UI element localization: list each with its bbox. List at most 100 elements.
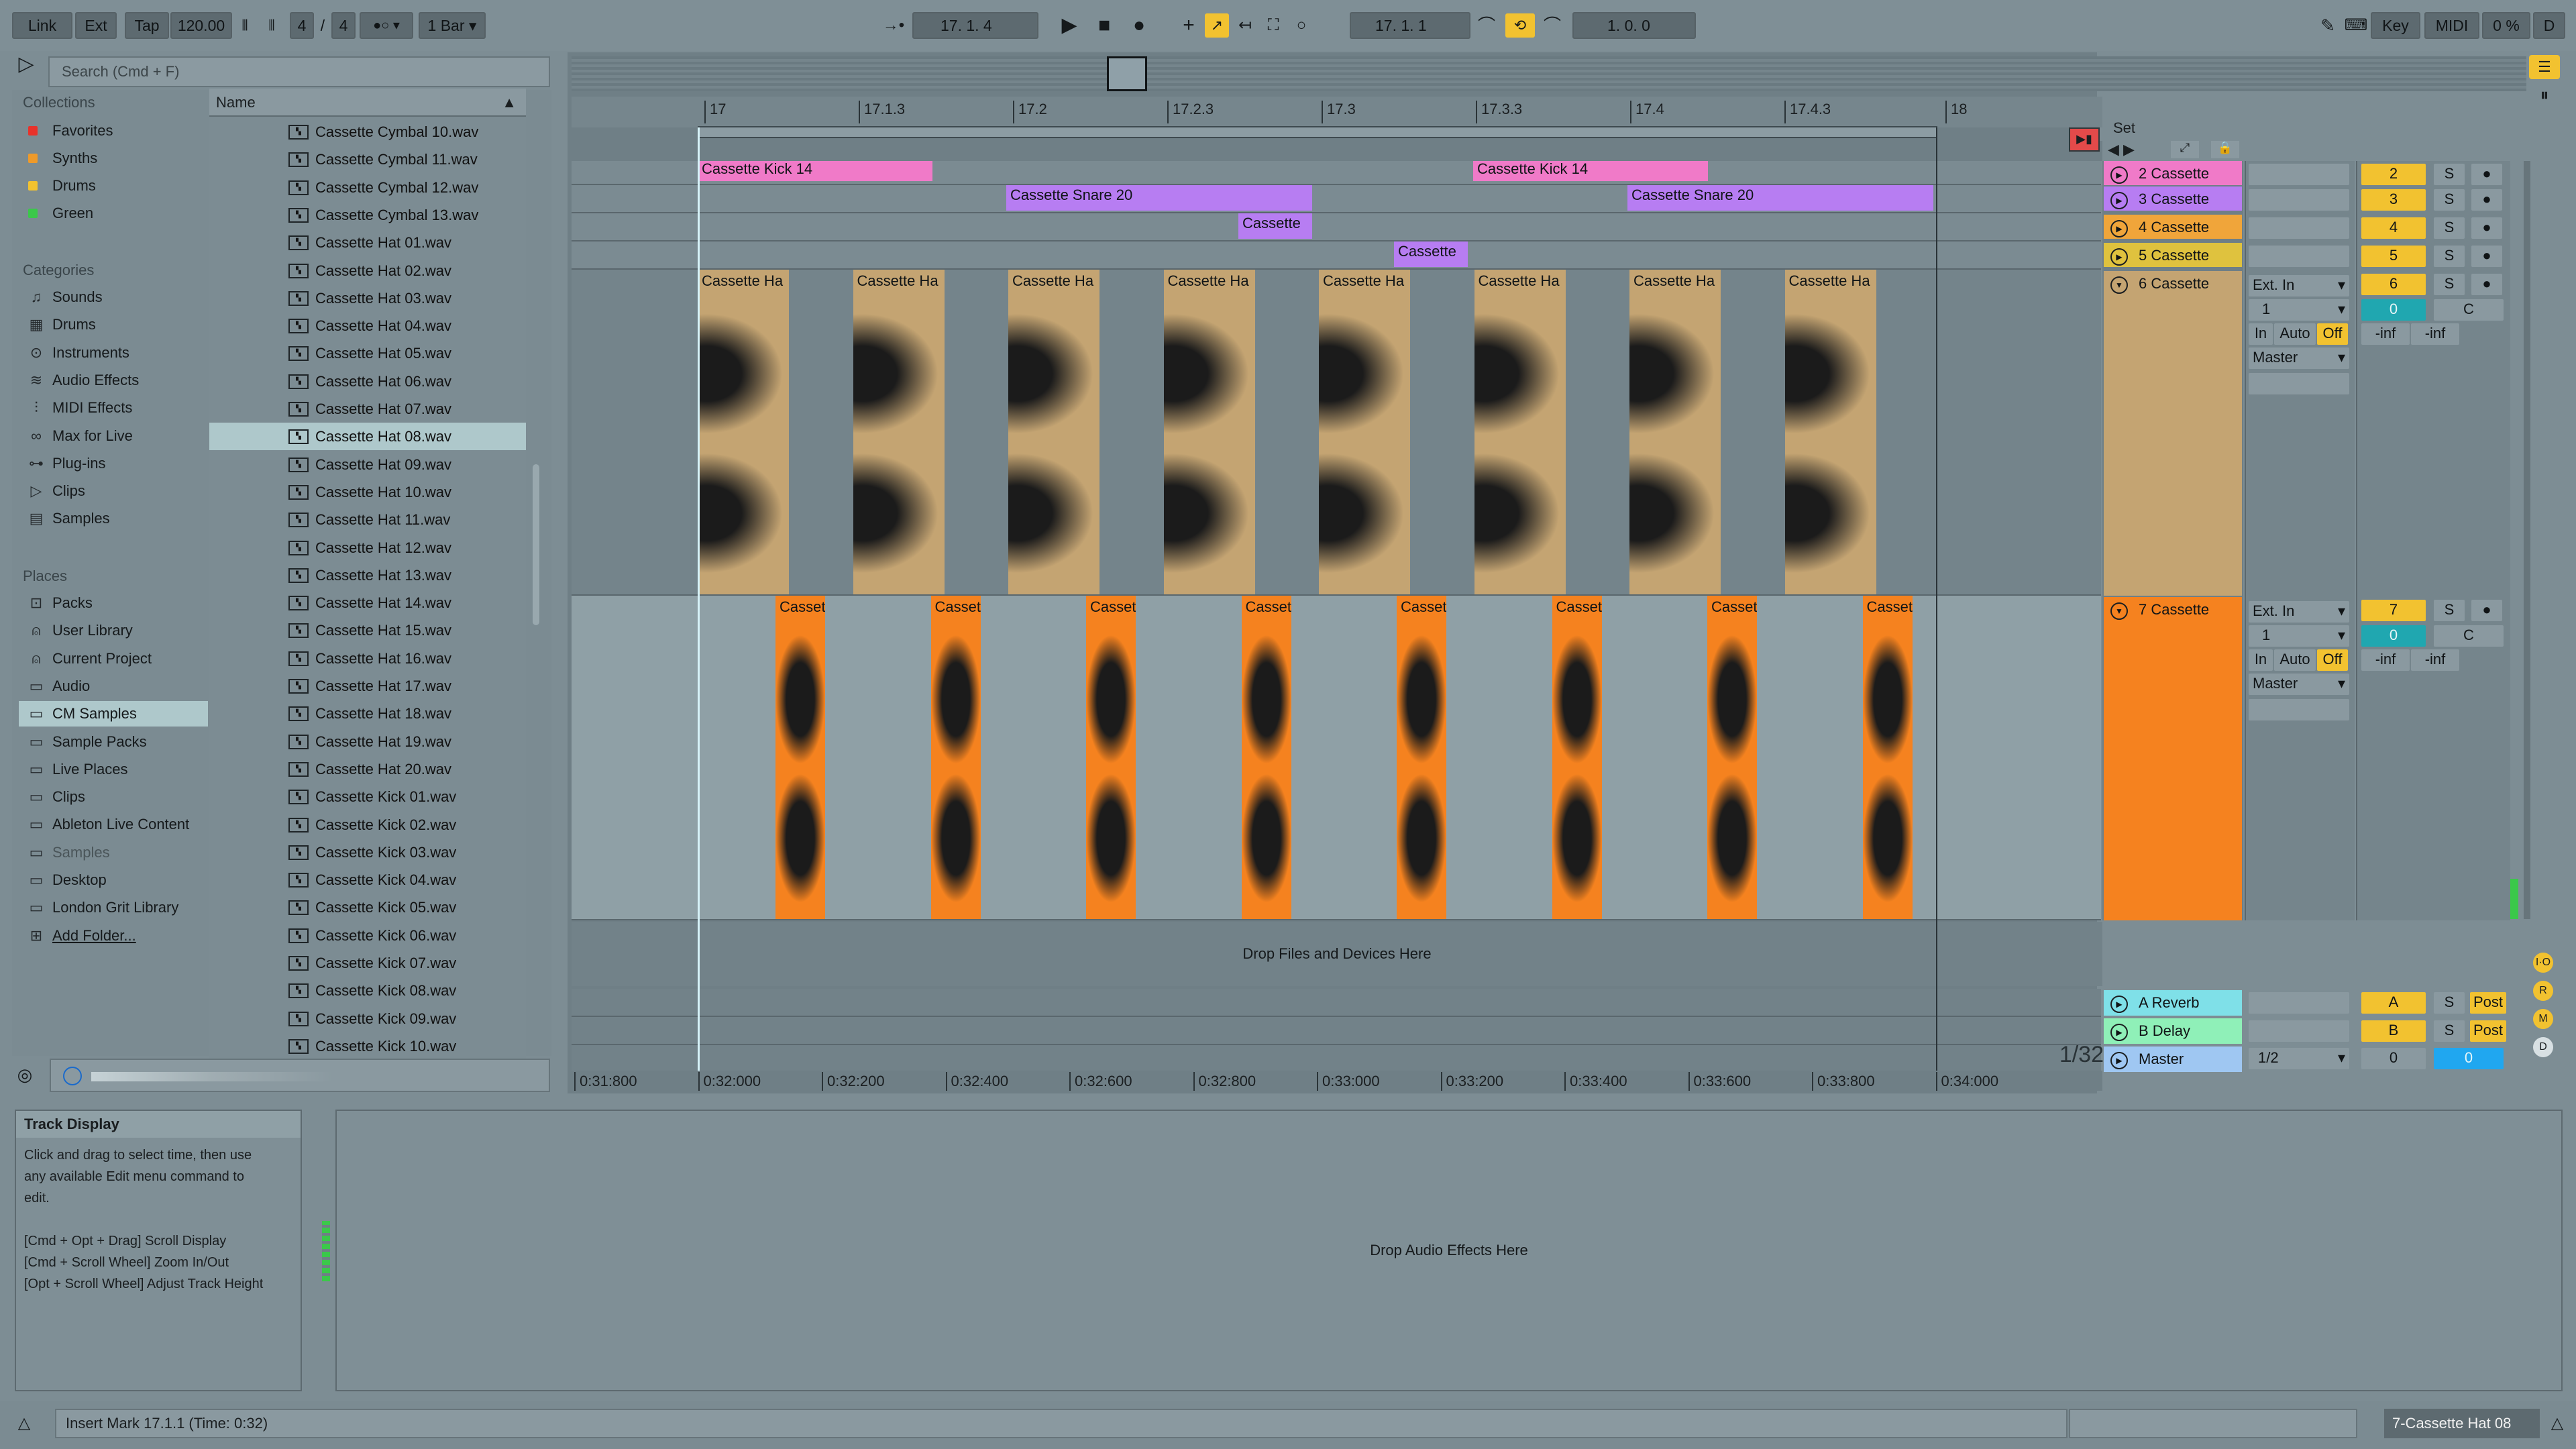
orange-clip[interactable]: Casset: [1707, 596, 1757, 919]
file-row[interactable]: ▚ Cassette Hat 16.wav: [209, 645, 526, 672]
file-row[interactable]: ▚ Cassette Cymbal 13.wav: [209, 201, 526, 229]
file-row[interactable]: ▚ Cassette Hat 18.wav: [209, 700, 526, 727]
pan-field[interactable]: C: [2434, 625, 2504, 647]
draw-mode-icon[interactable]: ✎: [2314, 12, 2341, 39]
hat-clip[interactable]: Cassette Ha: [1319, 270, 1410, 594]
input-type-menu[interactable]: Ext. In ▾: [2249, 275, 2349, 297]
track-activator[interactable]: 4: [2361, 217, 2426, 239]
file-row[interactable]: ▚ Cassette Hat 15.wav: [209, 616, 526, 644]
master-header[interactable]: ▶ Master: [2104, 1046, 2242, 1072]
file-row[interactable]: ▚ Cassette Hat 20.wav: [209, 755, 526, 783]
scene-launch-icon[interactable]: ▶▮: [2069, 127, 2100, 152]
return-header[interactable]: ▶ B Delay: [2104, 1018, 2242, 1044]
track-play-icon[interactable]: ▶: [2110, 1024, 2128, 1041]
monitor-off-button[interactable]: Off: [2317, 649, 2348, 671]
mixer-toggle-icon[interactable]: M: [2533, 1009, 2553, 1029]
return-activator[interactable]: A: [2361, 992, 2426, 1014]
link-button[interactable]: Link: [12, 12, 72, 39]
automation-arm-icon[interactable]: ↗: [1205, 13, 1229, 38]
category-item[interactable]: ⊶ Plug-ins: [19, 451, 208, 476]
collection-item[interactable]: Drums: [19, 173, 208, 199]
volume-field[interactable]: 0: [2361, 299, 2426, 321]
output-channel-slot[interactable]: [2249, 373, 2349, 394]
nudge-down-icon[interactable]: ⫴: [233, 12, 256, 39]
overview-viewport[interactable]: [1107, 56, 1147, 91]
sig-denominator[interactable]: 4: [331, 12, 356, 39]
selected-track-label[interactable]: 7-Cassette Hat 08: [2384, 1409, 2540, 1438]
back-to-arrangement-icon[interactable]: ↤: [1233, 12, 1257, 39]
punch-out-icon[interactable]: ⌒: [1539, 12, 1566, 39]
category-item[interactable]: ⫶ MIDI Effects: [19, 395, 208, 421]
track-header[interactable]: ▶ 3 Cassette: [2104, 186, 2242, 211]
file-row[interactable]: ▚ Cassette Hat 17.wav: [209, 672, 526, 700]
orange-clip[interactable]: Casset: [1241, 596, 1291, 919]
session-record-icon[interactable]: ○: [1289, 12, 1313, 39]
collection-item[interactable]: Green: [19, 201, 208, 226]
returns-toggle-icon[interactable]: R: [2533, 981, 2553, 1001]
volume-field[interactable]: 0: [2361, 625, 2426, 647]
orange-clip[interactable]: Casset: [1552, 596, 1602, 919]
orange-clip[interactable]: Casset: [930, 596, 981, 919]
lane-return-b[interactable]: [572, 1017, 2101, 1045]
computer-keyboard-icon[interactable]: ⌨: [2344, 12, 2368, 39]
track-activator[interactable]: 2: [2361, 164, 2426, 185]
play-icon[interactable]: ▶: [1055, 12, 1084, 39]
follow-icon[interactable]: →•: [879, 12, 908, 39]
track-header[interactable]: ▼ 7 Cassette: [2104, 597, 2242, 920]
file-row[interactable]: ▚ Cassette Kick 06.wav: [209, 922, 526, 949]
place-item[interactable]: ⍝ User Library: [19, 618, 208, 643]
hat-clip[interactable]: Cassette Ha: [1629, 270, 1721, 594]
file-row[interactable]: ▚ Cassette Hat 14.wav: [209, 589, 526, 616]
track-play-icon[interactable]: ▶: [2110, 192, 2128, 209]
file-row[interactable]: ▚ Cassette Cymbal 12.wav: [209, 174, 526, 201]
key-map-button[interactable]: Key: [2371, 12, 2420, 39]
snare-clip[interactable]: Cassette Snare 20: [1006, 185, 1312, 211]
nudge-up-icon[interactable]: ⫴: [260, 12, 283, 39]
place-item[interactable]: ▭ Desktop: [19, 867, 208, 893]
arm-button[interactable]: ●: [2471, 217, 2502, 239]
solo-button[interactable]: S: [2434, 189, 2465, 211]
master-pan-field[interactable]: 0: [2434, 1048, 2504, 1069]
track-activator[interactable]: 7: [2361, 600, 2426, 621]
track-header[interactable]: ▶ 2 Cassette: [2104, 161, 2242, 185]
delay-toggle-icon[interactable]: D: [2533, 1037, 2553, 1057]
file-row[interactable]: ▚ Cassette Hat 12.wav: [209, 534, 526, 561]
lock-icon[interactable]: 🔒: [2211, 141, 2239, 158]
place-item[interactable]: ▭ Clips: [19, 784, 208, 810]
place-item[interactable]: ▭ Samples: [19, 840, 208, 865]
punch-in-icon[interactable]: ⌒: [1473, 12, 1500, 39]
category-item[interactable]: ▤ Samples: [19, 506, 208, 531]
output-menu[interactable]: Master ▾: [2249, 674, 2349, 695]
hat-clip[interactable]: Cassette Ha: [698, 270, 789, 594]
file-row[interactable]: ▚ Cassette Cymbal 10.wav: [209, 118, 526, 146]
file-row[interactable]: ▚ Cassette Hat 09.wav: [209, 451, 526, 478]
lane-return-a[interactable]: [572, 989, 2101, 1017]
place-item[interactable]: ▭ Live Places: [19, 757, 208, 782]
file-row[interactable]: ▚ Cassette Kick 09.wav: [209, 1005, 526, 1032]
post-button[interactable]: Post: [2470, 1020, 2506, 1042]
track-play-icon[interactable]: ▶: [2110, 996, 2128, 1013]
file-row[interactable]: ▚ Cassette Kick 03.wav: [209, 839, 526, 866]
file-row[interactable]: ▚ Cassette Hat 10.wav: [209, 478, 526, 506]
file-row[interactable]: ▚ Cassette Kick 07.wav: [209, 949, 526, 977]
place-item[interactable]: ▭ Ableton Live Content: [19, 812, 208, 837]
overview-strip[interactable]: [572, 56, 2526, 91]
master-volume-field[interactable]: 0: [2361, 1048, 2426, 1069]
expand-icon[interactable]: ⤢: [2171, 141, 2199, 158]
ext-button[interactable]: Ext: [75, 12, 117, 39]
solo-button[interactable]: S: [2434, 217, 2465, 239]
monitor-in-button[interactable]: In: [2249, 649, 2273, 671]
stop-icon[interactable]: ■: [1089, 12, 1119, 39]
category-item[interactable]: ⊙ Instruments: [19, 340, 208, 366]
file-row[interactable]: ▚ Cassette Kick 02.wav: [209, 811, 526, 839]
io-slot[interactable]: [2249, 164, 2349, 185]
io-slot[interactable]: [2249, 246, 2349, 267]
kick-clip[interactable]: Cassette Kick 14: [1473, 161, 1708, 181]
midi-map-button[interactable]: MIDI: [2424, 12, 2479, 39]
solo-button[interactable]: S: [2434, 992, 2465, 1014]
snare-clip[interactable]: Cassette Snare 20: [1627, 185, 1933, 211]
place-item[interactable]: ⊡ Packs: [19, 590, 208, 616]
arrangement-view-icon[interactable]: ☰: [2529, 55, 2560, 79]
file-list-scrollbar[interactable]: [533, 464, 539, 625]
arm-button[interactable]: ●: [2471, 600, 2502, 621]
